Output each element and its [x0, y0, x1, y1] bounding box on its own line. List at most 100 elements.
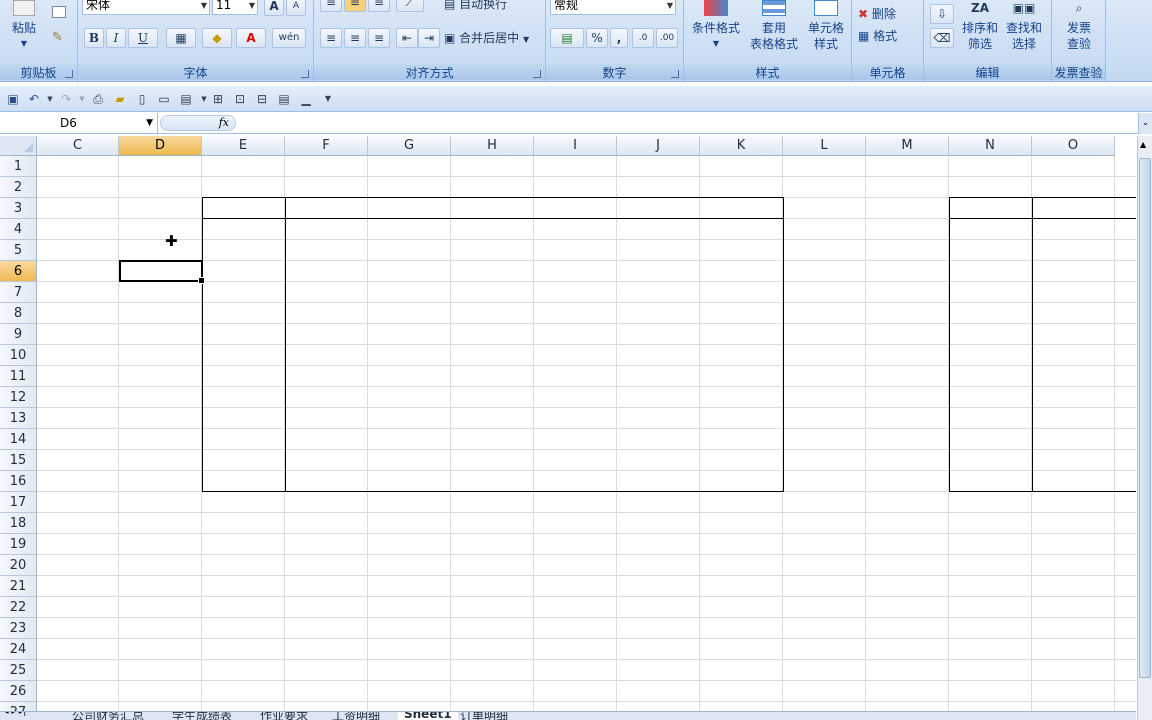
- grow-font-button[interactable]: A: [264, 0, 284, 16]
- undo-icon[interactable]: ↶: [26, 91, 42, 107]
- inside-borders-icon[interactable]: ⊡: [232, 91, 248, 107]
- column-header-o[interactable]: O: [1032, 136, 1115, 156]
- merge-cells-icon[interactable]: ▤: [178, 91, 194, 107]
- paste-button[interactable]: 粘贴 ▼: [4, 0, 44, 52]
- row-header-25[interactable]: 25: [0, 660, 37, 681]
- row-header-4[interactable]: 4: [0, 219, 37, 240]
- row-header-5[interactable]: 5: [0, 240, 37, 261]
- insert-function-button[interactable]: fx: [160, 115, 236, 131]
- row-header-13[interactable]: 13: [0, 408, 37, 429]
- name-box[interactable]: D6 ▼: [0, 113, 158, 133]
- invoice-check-button[interactable]: ⌕ 发票 查验: [1054, 0, 1104, 56]
- row-header-20[interactable]: 20: [0, 555, 37, 576]
- row-header-7[interactable]: 7: [0, 282, 37, 303]
- row-header-21[interactable]: 21: [0, 576, 37, 597]
- sort-filter-button[interactable]: ZA 排序和 筛选: [958, 0, 1002, 56]
- align-middle-button[interactable]: ≡: [344, 0, 366, 12]
- font-size-select[interactable]: 11 ▼: [212, 0, 258, 15]
- font-color-button[interactable]: A: [236, 28, 266, 48]
- column-header-d[interactable]: D: [119, 136, 202, 156]
- print-preview-icon[interactable]: ⎙: [90, 91, 106, 107]
- sheet-tab[interactable]: 作业要求: [254, 712, 314, 720]
- conditional-format-button[interactable]: 条件格式 ▼: [688, 0, 744, 56]
- sheet-tab[interactable]: 学生成绩表: [166, 712, 238, 720]
- open-folder-icon[interactable]: ▰: [112, 91, 128, 107]
- align-top-button[interactable]: ≡: [320, 0, 342, 12]
- sheet-tab[interactable]: 工资明细: [326, 712, 386, 720]
- select-all-corner[interactable]: [0, 136, 37, 156]
- chevron-down-icon[interactable]: ▼: [42, 91, 58, 107]
- row-header-3[interactable]: 3: [0, 198, 37, 219]
- font-name-select[interactable]: 宋体 ▼: [82, 0, 210, 15]
- save-icon[interactable]: ▣: [5, 91, 21, 107]
- row-header-6[interactable]: 6: [0, 261, 37, 282]
- number-format-select[interactable]: 常规 ▼: [550, 0, 676, 15]
- customize-qat-icon[interactable]: ▼: [320, 91, 336, 107]
- align-bottom-button[interactable]: ≡: [368, 0, 390, 12]
- row-header-14[interactable]: 14: [0, 429, 37, 450]
- row-header-26[interactable]: 26: [0, 681, 37, 702]
- format-button[interactable]: ▦ 格式: [858, 28, 920, 44]
- fill-button[interactable]: ⇩: [930, 4, 954, 24]
- row-header-22[interactable]: 22: [0, 597, 37, 618]
- align-icon[interactable]: ▤: [276, 91, 292, 107]
- increase-decimal-button[interactable]: .0: [632, 28, 654, 48]
- copy-icon[interactable]: [52, 6, 66, 18]
- column-header-m[interactable]: M: [866, 136, 949, 156]
- fill-color-button[interactable]: ◆: [202, 28, 232, 48]
- wrap-text-button[interactable]: ▤ 自动换行: [444, 0, 544, 12]
- redo-icon[interactable]: ↷: [58, 91, 74, 107]
- row-header-19[interactable]: 19: [0, 534, 37, 555]
- border-button[interactable]: ▦: [166, 28, 196, 48]
- scroll-up-icon[interactable]: ▲: [1140, 140, 1146, 149]
- bottom-border-icon[interactable]: ▁: [298, 91, 314, 107]
- vertical-scrollbar[interactable]: ▲: [1137, 136, 1152, 720]
- all-borders-icon[interactable]: ⊞: [210, 91, 226, 107]
- sheet-tab[interactable]: Sheet1: [398, 712, 458, 720]
- formula-input[interactable]: [240, 113, 1136, 133]
- row-header-16[interactable]: 16: [0, 471, 37, 492]
- decrease-indent-button[interactable]: ⇤: [396, 28, 418, 48]
- italic-button[interactable]: I: [106, 28, 126, 48]
- row-header-23[interactable]: 23: [0, 618, 37, 639]
- bold-button[interactable]: B: [84, 28, 104, 48]
- column-header-j[interactable]: J: [617, 136, 700, 156]
- scrollbar-thumb[interactable]: [1139, 158, 1151, 678]
- column-header-f[interactable]: F: [285, 136, 368, 156]
- row-header-2[interactable]: 2: [0, 177, 37, 198]
- chevron-down-icon[interactable]: ▼: [74, 91, 90, 107]
- sheet-tab[interactable]: 订单明细: [454, 712, 514, 720]
- chevron-down-icon[interactable]: ▼: [146, 113, 153, 133]
- column-header-l[interactable]: L: [783, 136, 866, 156]
- column-header-n[interactable]: N: [949, 136, 1032, 156]
- decrease-decimal-button[interactable]: .00: [656, 28, 678, 48]
- column-header-c[interactable]: C: [37, 136, 119, 156]
- row-header-12[interactable]: 12: [0, 387, 37, 408]
- percent-button[interactable]: %: [586, 28, 608, 48]
- spreadsheet-grid[interactable]: CDEFGHIJKLMNO 1 2 3 4 5 6 7 8 9 10 11 12 13 14 15 16 17 1…: [0, 136, 1136, 720]
- sheet-tab[interactable]: 公司财务汇总: [66, 712, 150, 720]
- row-header-15[interactable]: 15: [0, 450, 37, 471]
- phonetic-button[interactable]: wén: [272, 28, 306, 48]
- row-header-17[interactable]: 17: [0, 492, 37, 513]
- format-painter-icon[interactable]: ✎: [52, 30, 63, 45]
- clear-button[interactable]: ⌫: [930, 28, 954, 48]
- row-header-18[interactable]: 18: [0, 513, 37, 534]
- align-center-button[interactable]: ≡: [344, 28, 366, 48]
- new-document-icon[interactable]: ▯: [134, 91, 150, 107]
- column-header-i[interactable]: I: [534, 136, 617, 156]
- underline-button[interactable]: U: [128, 28, 158, 48]
- window-icon[interactable]: ▭: [156, 91, 172, 107]
- row-header-24[interactable]: 24: [0, 639, 37, 660]
- launcher-icon[interactable]: [65, 70, 73, 78]
- format-as-table-button[interactable]: 套用 表格格式: [744, 0, 804, 56]
- selected-cell[interactable]: [119, 260, 205, 284]
- cell-styles-button[interactable]: 单元格 样式: [804, 0, 848, 56]
- row-header-9[interactable]: 9: [0, 324, 37, 345]
- row-header-1[interactable]: 1: [0, 156, 37, 177]
- increase-indent-button[interactable]: ⇥: [418, 28, 440, 48]
- expand-formula-bar-icon[interactable]: ⌄: [1138, 113, 1152, 134]
- align-right-button[interactable]: ≡: [368, 28, 390, 48]
- column-header-h[interactable]: H: [451, 136, 534, 156]
- delete-button[interactable]: ✖ 删除: [858, 6, 920, 22]
